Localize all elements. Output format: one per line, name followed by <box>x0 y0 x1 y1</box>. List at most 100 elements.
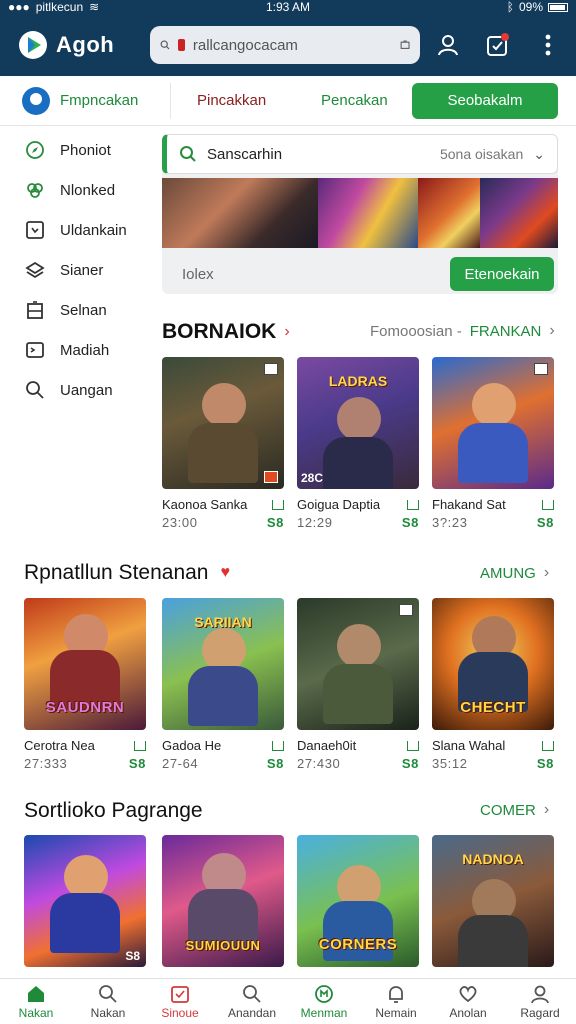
cart-icon[interactable] <box>407 499 419 510</box>
search-bar[interactable] <box>150 26 420 64</box>
sidebar-item-7[interactable]: Uangan <box>0 370 160 410</box>
search-icon <box>97 984 119 1004</box>
game-card[interactable]: Danaeh0it 27:430 S8 <box>297 598 419 771</box>
game-card[interactable]: Kaonoa Sanka 23:00 S8 <box>162 357 284 530</box>
game-card[interactable]: SARIIAN Gadoa He 27-64 S8 <box>162 598 284 771</box>
promo-button[interactable]: Etenoekain <box>450 257 554 291</box>
chevron-down-icon[interactable]: ⌄ <box>533 146 545 163</box>
nav-item-6[interactable]: Nemain <box>360 979 432 1024</box>
sidebar-item-3[interactable]: Uldankain <box>0 210 160 250</box>
clock: 1:93 AM <box>265 0 311 14</box>
profile-icon[interactable] <box>436 33 460 57</box>
sidebar-item-5[interactable]: Selnan <box>0 290 160 330</box>
cart-icon[interactable] <box>542 499 554 510</box>
section-1-link[interactable]: Fomooosian - FRANKAN › <box>370 322 555 340</box>
banner-image-3 <box>418 178 480 248</box>
banner-image-4 <box>480 178 558 248</box>
game-thumbnail: CORNERS <box>297 835 419 967</box>
tab-cta-button[interactable]: Seobakalm <box>412 82 558 119</box>
sidebar-item-label: Phoniot <box>60 141 111 159</box>
avatar <box>22 86 50 115</box>
promo-panel: Sanscarhin 5ona oisakan ⌄ Iolex Etenoeka… <box>162 134 558 294</box>
medal-icon <box>313 984 335 1004</box>
nav-label: Ragard <box>520 1005 560 1020</box>
cart-icon[interactable] <box>542 740 554 751</box>
game-title: Slana Wahal <box>432 738 506 753</box>
game-title: Gadoa He <box>162 738 222 753</box>
sidebar-item-1[interactable]: Phoniot <box>0 130 160 170</box>
nav-item-1[interactable]: Nakan <box>0 979 72 1024</box>
game-logo-text: CORNERS <box>318 936 398 953</box>
scan-icon[interactable] <box>400 36 410 54</box>
promo-banner[interactable] <box>162 178 558 248</box>
game-logo-text: SARIIAN <box>194 614 252 630</box>
game-card[interactable]: CHECHT Slana Wahal 35:12 S8 <box>432 598 554 771</box>
game-card[interactable]: S8 <box>24 835 146 967</box>
section-2-link[interactable]: AMUNG › <box>480 564 549 582</box>
section-3-link[interactable]: COMER › <box>480 801 549 819</box>
sidebar-item-6[interactable]: Madiah <box>0 330 160 370</box>
app-logo[interactable]: Agoh <box>18 30 148 60</box>
sidebar-item-4[interactable]: Sianer <box>0 250 160 290</box>
more-menu-icon[interactable] <box>536 33 560 57</box>
tablet-icon <box>24 219 46 241</box>
cart-icon[interactable] <box>272 499 284 510</box>
cart-icon[interactable] <box>272 740 284 751</box>
search-input[interactable] <box>192 36 392 54</box>
nav-item-2[interactable]: Nakan <box>72 979 144 1024</box>
promo-text: Iolex <box>182 265 214 283</box>
sidebar-item-label: Sianer <box>60 261 104 279</box>
banner-image-2 <box>318 178 418 248</box>
game-thumbnail: SAUDNRN <box>24 598 146 730</box>
game-card[interactable]: NADNOA <box>432 835 554 967</box>
cart-icon[interactable] <box>134 740 146 751</box>
section-1-link-grey: Fomooosian - <box>370 322 462 340</box>
game-card[interactable]: CORNERS <box>297 835 419 967</box>
calendar-icon <box>169 984 191 1004</box>
nav-item-8[interactable]: Ragard <box>504 979 576 1024</box>
game-badge: S8 <box>125 949 140 963</box>
game-card[interactable]: Fhakand Sat 3?:23 S8 <box>432 357 554 530</box>
game-price: S8 <box>401 515 419 530</box>
nav-item-3[interactable]: Sinoue <box>144 979 216 1024</box>
section-2-header: Rpnatllun Stenanan ♥ <box>24 561 230 585</box>
battery-icon <box>548 2 568 12</box>
promo-search[interactable]: Sanscarhin 5ona oisakan ⌄ <box>162 134 558 174</box>
nav-item-4[interactable]: Anandan <box>216 979 288 1024</box>
sidebar-item-label: Nlonked <box>60 181 116 199</box>
tab-third[interactable]: Pencakan <box>311 92 407 109</box>
tab-second[interactable]: Pincakkan <box>183 92 311 109</box>
game-card[interactable]: SAUDNRN Cerotra Nea 27:333 S8 <box>24 598 146 771</box>
sidebar-item-label: Selnan <box>60 301 107 319</box>
sidebar-item-label: Madiah <box>60 341 110 359</box>
game-logo-text: SAUDNRN <box>45 699 125 716</box>
game-thumbnail <box>297 598 419 730</box>
game-price: S8 <box>266 756 284 771</box>
badge-icon <box>399 604 413 616</box>
game-title: Goigua Daptia <box>297 497 381 512</box>
game-meta: 27:430 <box>297 756 341 771</box>
sidebar-item-label: Uangan <box>60 381 113 399</box>
game-card[interactable]: SUMIOUUN <box>162 835 284 967</box>
game-thumbnail: LADRAS 28C <box>297 357 419 489</box>
game-card[interactable]: LADRAS 28C Goigua Daptia 12:29 S8 <box>297 357 419 530</box>
promo-search-hint: 5ona oisakan <box>439 146 524 162</box>
nav-label: Nakan <box>90 1005 126 1020</box>
cart-icon[interactable] <box>407 740 419 751</box>
tab-divider <box>170 82 171 119</box>
search-icon <box>160 40 170 50</box>
game-title: Fhakand Sat <box>432 497 506 512</box>
game-meta: 23:00 <box>162 515 198 530</box>
game-title: Cerotra Nea <box>24 738 95 753</box>
game-meta: 27:333 <box>24 756 68 771</box>
section-2-title: Rpnatllun Stenanan <box>24 561 209 584</box>
nav-item-5[interactable]: Menman <box>288 979 360 1024</box>
bottom-nav: Nakan Nakan Sinoue Anandan Menman Nemain… <box>0 978 576 1024</box>
notifications-icon[interactable] <box>486 33 510 57</box>
nav-item-7[interactable]: Anolan <box>432 979 504 1024</box>
tab-first[interactable]: Fmpncakan <box>22 86 170 115</box>
layers-icon <box>24 259 46 281</box>
nav-label: Menman <box>300 1005 348 1020</box>
sidebar-item-2[interactable]: Nlonked <box>0 170 160 210</box>
sidebar-item-label: Uldankain <box>60 221 127 239</box>
